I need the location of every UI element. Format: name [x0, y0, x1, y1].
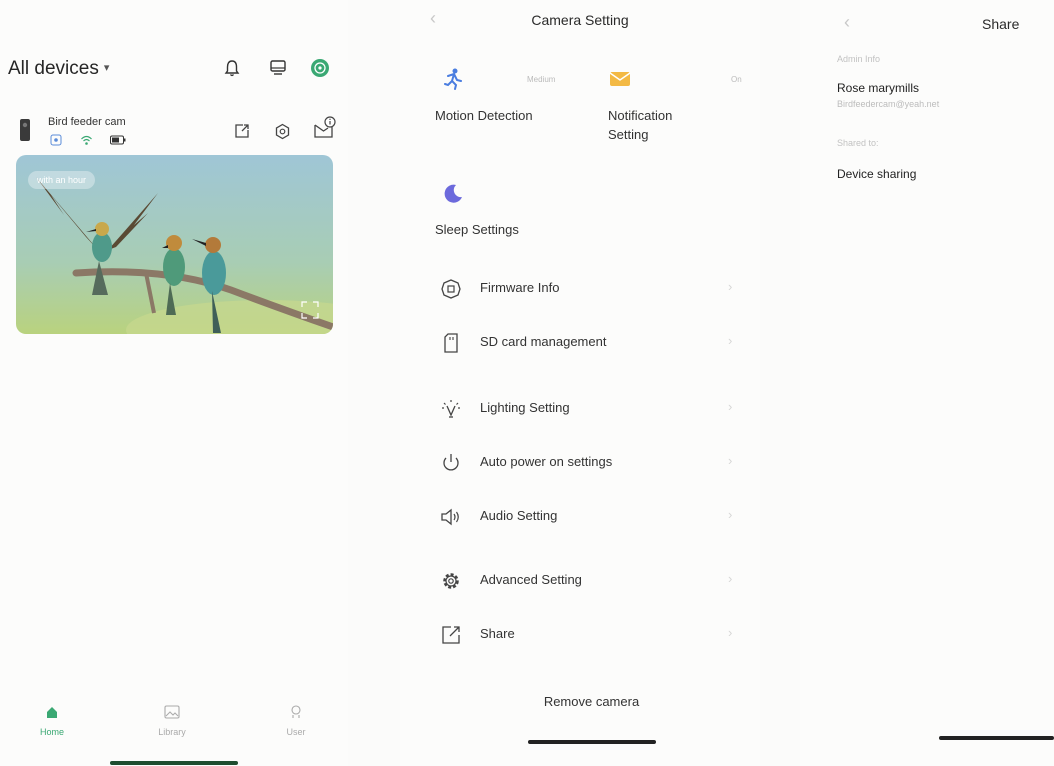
message-info-icon[interactable]	[312, 116, 336, 140]
page-title: Camera Setting	[531, 12, 629, 28]
share-screen: ‹ Share Admin Info Rose marymills Birdfe…	[800, 0, 1054, 766]
image-icon	[164, 705, 180, 719]
tab-home[interactable]: Home	[12, 705, 92, 737]
home-indicator	[939, 736, 1054, 740]
device-row[interactable]: Bird feeder cam	[18, 114, 338, 150]
page-title: All devices	[8, 58, 99, 79]
share-icon[interactable]	[234, 123, 250, 139]
tab-user[interactable]: User	[256, 705, 336, 737]
power-icon	[443, 454, 459, 471]
menu-item-share[interactable]: Share ›	[440, 620, 760, 650]
lightbulb-icon	[442, 400, 460, 418]
chevron-right-icon: ›	[728, 507, 733, 522]
menu-item-sd-card-management[interactable]: SD card management ›	[440, 328, 760, 358]
tab-library[interactable]: Library	[132, 705, 212, 737]
notification-setting-label: Notification Setting	[608, 108, 673, 142]
shared-to-label: Shared to:	[837, 138, 879, 148]
menu-item-auto-power-on[interactable]: Auto power on settings ›	[440, 448, 760, 478]
back-button[interactable]: ‹	[844, 12, 850, 33]
moon-icon	[444, 184, 462, 203]
bell-icon[interactable]	[222, 58, 242, 78]
chevron-down-icon: ▾	[103, 62, 110, 74]
admin-name: Rose marymills	[837, 81, 920, 95]
add-device-icon[interactable]	[310, 58, 330, 78]
user-icon	[291, 705, 301, 718]
tab-label: Home	[39, 727, 64, 737]
home-indicator	[110, 761, 238, 765]
page-title: Share	[982, 16, 1020, 32]
notification-setting-tile[interactable]: On Notification Setting	[607, 68, 757, 148]
motion-detection-tile[interactable]: Medium Motion Detection	[435, 68, 605, 128]
menu-label: SD card management	[480, 334, 607, 349]
admin-email: Birdfeedercam@yeah.net	[837, 99, 940, 109]
remove-camera-button[interactable]: Remove camera	[400, 694, 760, 709]
notification-value: On	[731, 75, 742, 84]
tab-label: User	[286, 727, 306, 737]
menu-item-advanced-setting[interactable]: Advanced Setting ›	[440, 566, 760, 596]
menu-label: Advanced Setting	[480, 572, 582, 587]
chevron-right-icon: ›	[728, 453, 733, 468]
sleep-settings-tile[interactable]: Sleep Settings	[435, 183, 605, 243]
bottom-tab-bar: Home Library User	[0, 705, 348, 745]
menu-label: Firmware Info	[480, 280, 560, 295]
device-name: Bird feeder cam	[48, 116, 126, 128]
share-icon	[442, 626, 460, 644]
wifi-icon	[81, 135, 92, 145]
sleep-settings-label: Sleep Settings	[435, 222, 519, 237]
menu-label: Auto power on settings	[480, 454, 613, 469]
chevron-right-icon: ›	[728, 279, 733, 294]
chevron-right-icon: ›	[728, 399, 733, 414]
home-icon	[47, 707, 57, 718]
chevron-right-icon: ›	[728, 333, 733, 348]
home-screen: All devices ▾ Bird feeder cam with an ho…	[0, 0, 348, 766]
motion-status-icon	[50, 134, 62, 146]
gear-icon	[443, 573, 459, 589]
camera-setting-screen: ‹ Camera Setting Medium Motion Detection…	[400, 0, 760, 766]
menu-label: Lighting Setting	[480, 400, 570, 415]
monitor-icon[interactable]	[268, 58, 288, 78]
menu-item-firmware-info[interactable]: Firmware Info ›	[440, 274, 760, 304]
device-sharing-item[interactable]: Device sharing	[837, 167, 916, 181]
device-filter-dropdown[interactable]: All devices ▾	[8, 58, 109, 80]
envelope-icon	[609, 72, 631, 86]
settings-icon[interactable]	[274, 123, 291, 140]
chip-icon	[441, 279, 461, 299]
motion-value: Medium	[527, 75, 556, 84]
motion-detection-label: Motion Detection	[435, 108, 533, 123]
status-badge: with an hour	[28, 171, 96, 189]
tab-label: Library	[158, 727, 186, 737]
chevron-right-icon: ›	[728, 625, 733, 640]
menu-label: Share	[480, 626, 515, 641]
menu-label: Audio Setting	[480, 508, 558, 523]
chevron-right-icon: ›	[728, 571, 733, 586]
camera-preview[interactable]: with an hour	[16, 155, 333, 334]
battery-icon	[110, 135, 126, 145]
home-indicator	[528, 740, 656, 744]
admin-info-label: Admin Info	[837, 54, 881, 64]
camera-device-icon	[20, 119, 30, 141]
speaker-icon	[441, 508, 459, 526]
running-person-icon	[444, 68, 462, 90]
menu-item-audio-setting[interactable]: Audio Setting ›	[440, 502, 760, 532]
sd-card-icon	[444, 333, 458, 353]
menu-item-lighting-setting[interactable]: Lighting Setting ›	[440, 394, 760, 424]
